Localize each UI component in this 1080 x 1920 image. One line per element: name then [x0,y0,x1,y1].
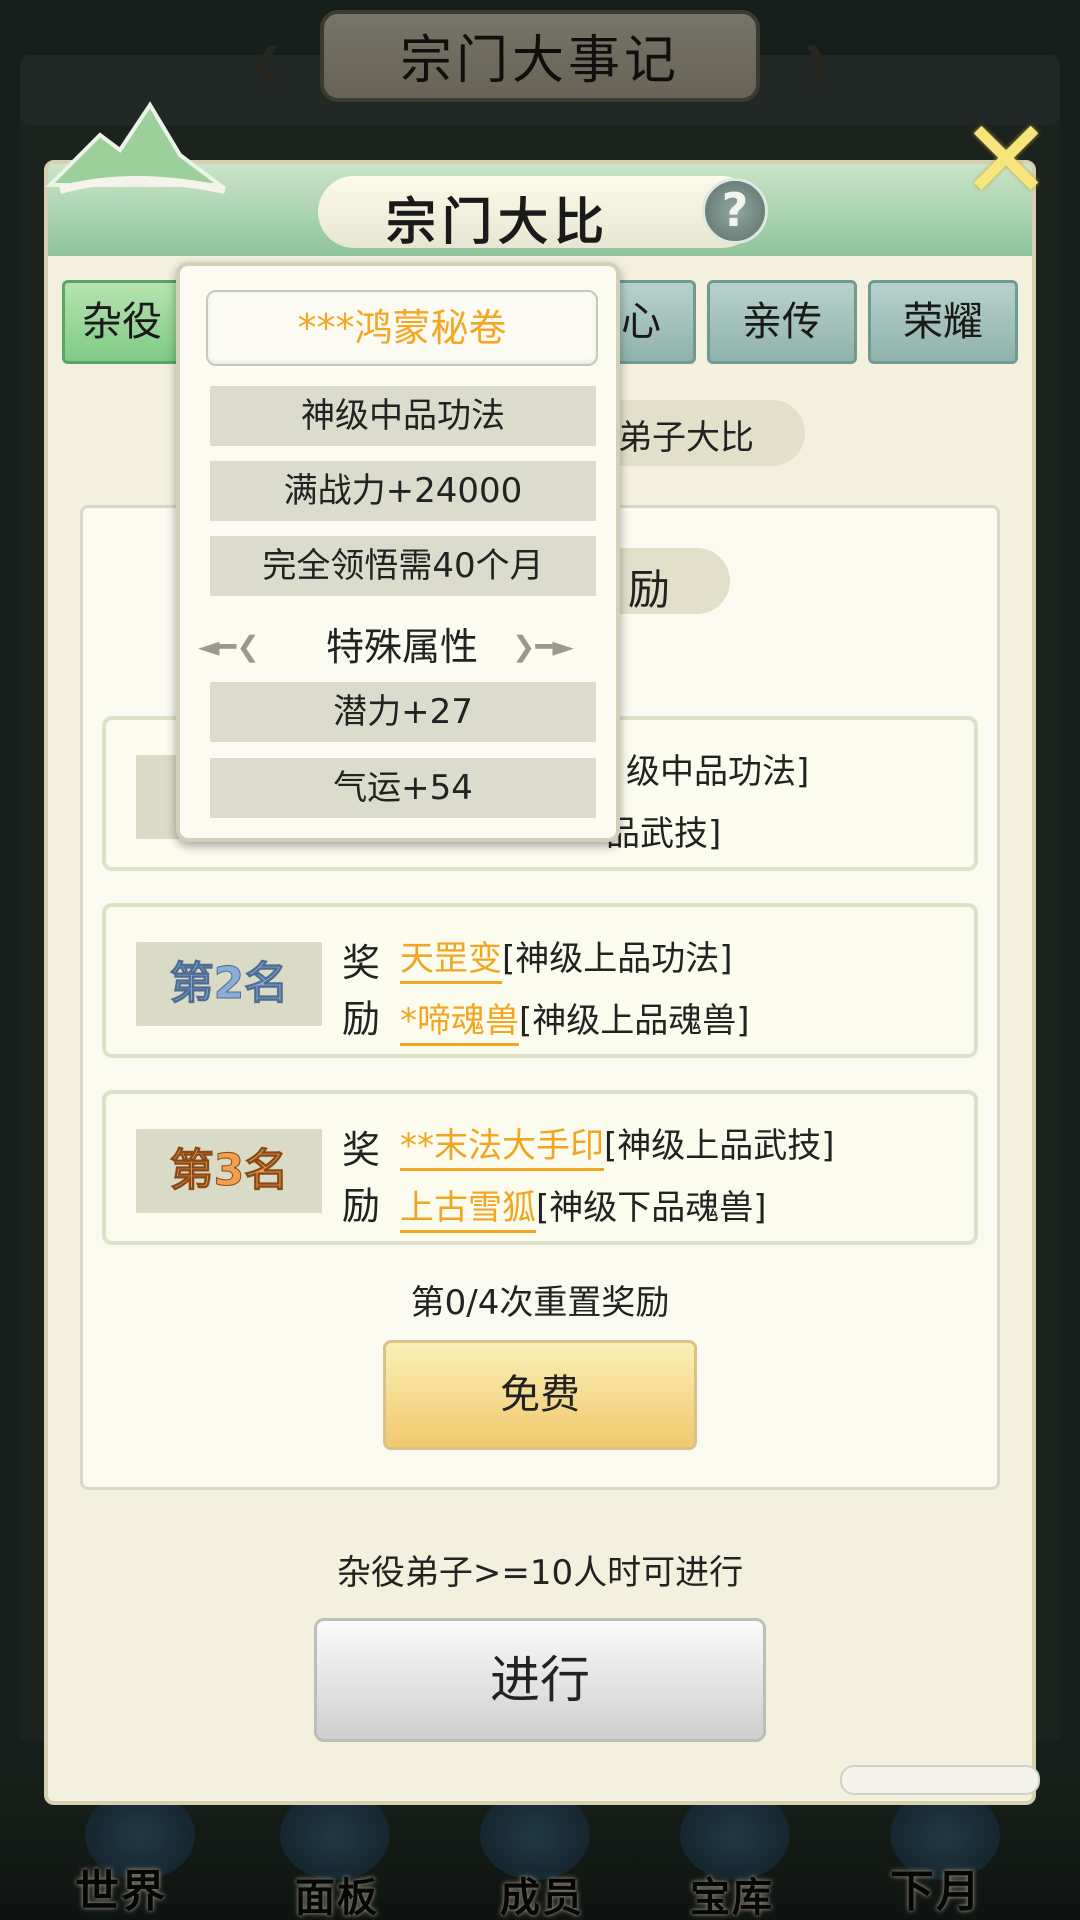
tab-laborer[interactable]: 杂役 [62,280,182,364]
ornament-right-icon: ❯━► [512,630,574,663]
tab-direct[interactable]: 亲传 [707,280,857,364]
reward-line: **末法大手印[神级上品武技] [400,1118,835,1171]
scroll-deco-icon [840,1765,1040,1795]
tooltip-title: ***鸿蒙秘卷 [297,306,507,350]
reward-item-name[interactable]: *啼魂兽 [400,1001,519,1046]
start-button[interactable]: 进行 [314,1618,766,1742]
reward-item-name[interactable]: 天罡变 [400,939,502,984]
reward-label: 奖励 [342,1128,381,1228]
reset-count-text: 第0/4次重置奖励 [410,1283,670,1323]
reward-heading: 励 [628,565,671,614]
reward-item-grade: [神级上品魂兽] [519,1001,750,1041]
reward-line: 上古雪狐[神级下品魂兽] [400,1180,767,1233]
rank-badge-2: 第2名 [136,942,322,1026]
reward-line: 品武技] [606,806,721,855]
rank-card-2: 第2名 奖励 天罡变[神级上品功法] *啼魂兽[神级上品魂兽] [102,903,978,1058]
reward-item-grade: [神级下品魂兽] [536,1188,767,1228]
reward-item-grade: [神级上品功法] [502,939,733,979]
mountain-deco-icon [45,101,226,194]
tooltip-row: 满战力+24000 [210,461,596,521]
tooltip-special-row: 潜力+27 [210,682,596,742]
tooltip-special-row: 气运+54 [210,758,596,818]
tooltip-row: 完全领悟需40个月 [210,536,596,596]
rank-badge-3: 第3名 [136,1129,322,1213]
competition-subtitle: 弟子大比 [618,418,754,458]
reward-line: *啼魂兽[神级上品魂兽] [400,993,750,1046]
reward-item-grade: [神级上品武技] [604,1126,835,1166]
tooltip-row: 神级中品功法 [210,386,596,446]
reward-item-name[interactable]: **末法大手印 [400,1126,604,1171]
help-button[interactable]: ? [702,178,768,244]
free-reset-button[interactable]: 免费 [383,1340,697,1450]
item-tooltip: ***鸿蒙秘卷 神级中品功法 满战力+24000 完全领悟需40个月 ◄━❮ 特… [176,262,620,842]
reward-label: 奖励 [342,941,381,1041]
reward-item-grade: 级中品功法] [626,752,810,792]
dialog-title: 宗门大比 [386,193,610,251]
tab-honor[interactable]: 荣耀 [868,280,1018,364]
reward-line: 级中品功法] [626,744,809,793]
rank-card-3: 第3名 奖励 **末法大手印[神级上品武技] 上古雪狐[神级下品魂兽] [102,1090,978,1245]
close-button[interactable]: ✕ [960,105,1052,215]
reward-line: 天罡变[神级上品功法] [400,931,733,984]
reward-item-name[interactable]: 上古雪狐 [400,1188,536,1233]
reward-item-grade: 品武技] [606,814,722,854]
condition-text: 杂役弟子>=10人时可进行 [336,1553,744,1593]
